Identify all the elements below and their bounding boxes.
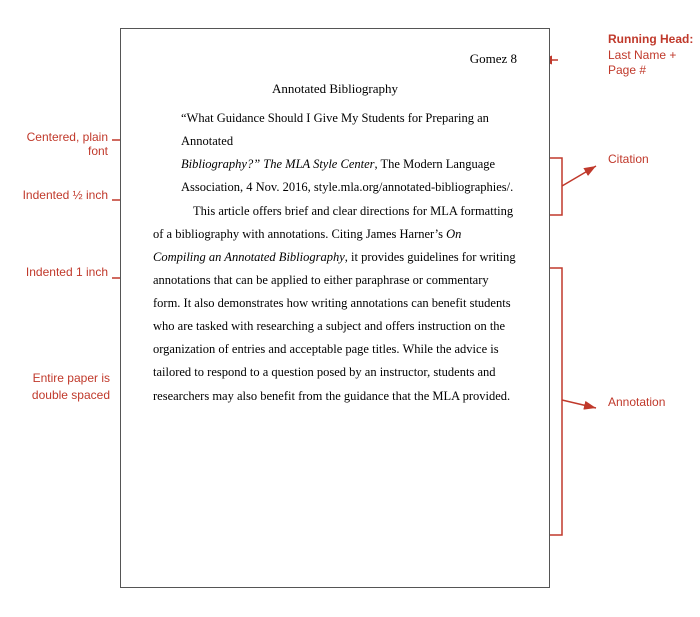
citation-block: “What Guidance Should I Give My Students… (153, 107, 517, 200)
running-head-line: Gomez 8 (153, 51, 517, 67)
label-indented-half: Indented ½ inch (8, 188, 108, 202)
label-indented-1: Indented 1 inch (8, 265, 108, 279)
annotation-text-prefix: This article offers brief and clear dire… (153, 204, 516, 403)
running-head-title: Running Head: (608, 32, 693, 46)
label-double-spaced: Entire paper is double spaced (0, 370, 110, 404)
citation-text-1: “What Guidance Should I Give My Students… (181, 111, 489, 148)
label-running-head: Running Head: Last Name + Page # (608, 32, 698, 79)
document-box: Gomez 8 Annotated Bibliography “What Gui… (120, 28, 550, 588)
document-title: Annotated Bibliography (153, 81, 517, 97)
citation-line2: Bibliography?” The MLA Style Center, The… (153, 153, 517, 176)
citation-italic: Bibliography?” The MLA Style Center (181, 157, 375, 171)
label-annotation: Annotation (608, 395, 698, 409)
citation-rest: , The Modern Language (375, 157, 496, 171)
citation-line1: “What Guidance Should I Give My Students… (153, 107, 517, 153)
label-centered: Centered, plain font (8, 130, 108, 158)
page-wrapper: Gomez 8 Annotated Bibliography “What Gui… (0, 0, 700, 617)
running-head-text: Gomez 8 (470, 51, 517, 67)
annotation-block: This article offers brief and clear dire… (153, 200, 517, 408)
label-citation: Citation (608, 152, 698, 166)
citation-line3: Association, 4 Nov. 2016, style.mla.org/… (153, 176, 517, 199)
running-head-sub: Last Name + Page # (608, 48, 676, 78)
